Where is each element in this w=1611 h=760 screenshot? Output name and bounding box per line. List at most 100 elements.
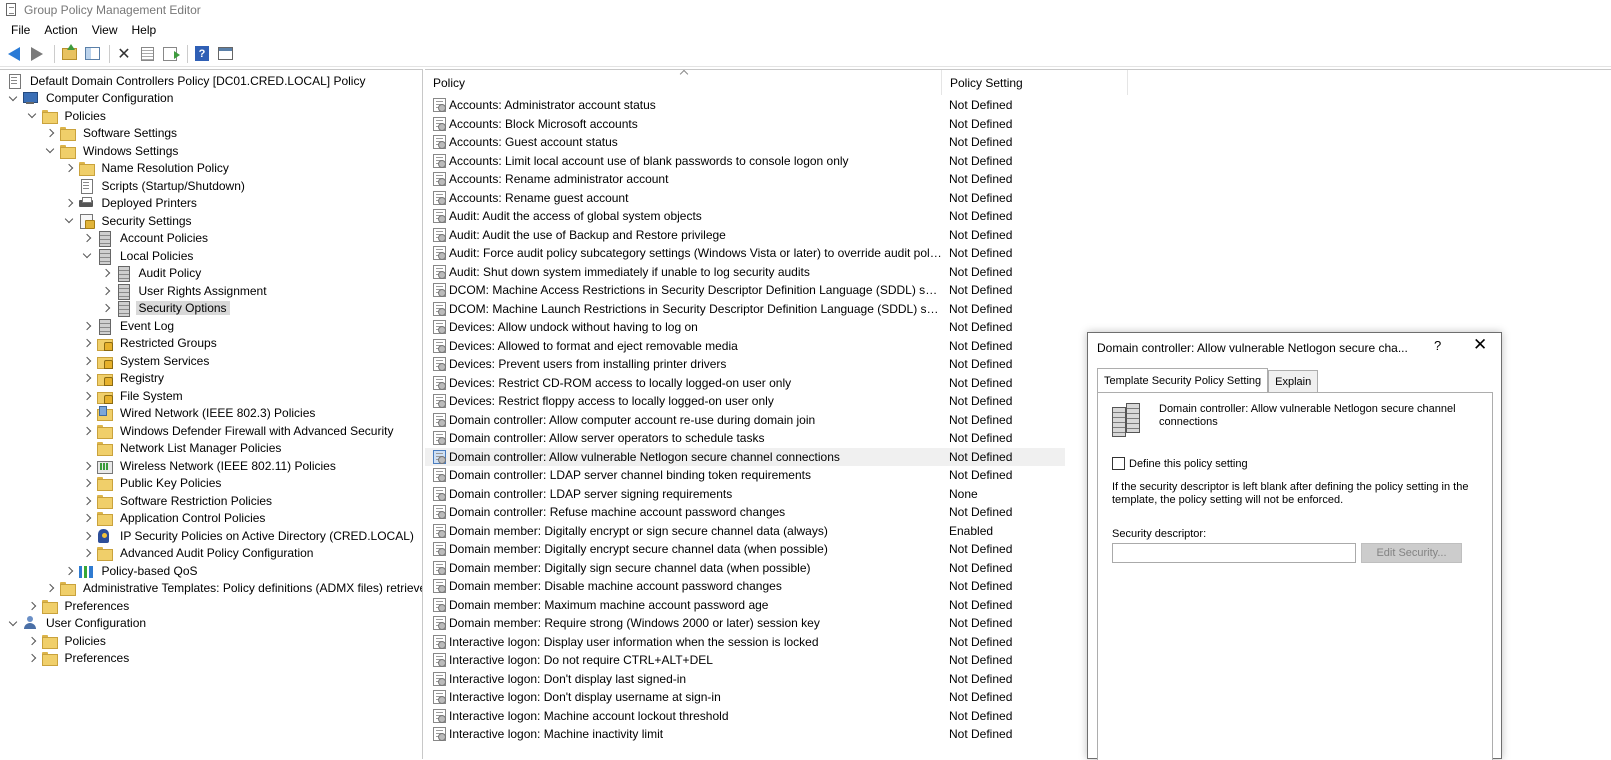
tree-windows-defender-firewall[interactable]: Windows Defender Firewall with Advanced … bbox=[80, 422, 396, 440]
expand-chevron-icon[interactable] bbox=[80, 494, 94, 508]
policy-row[interactable]: DCOM: Machine Access Restrictions in Sec… bbox=[425, 281, 1065, 300]
tree-public-key-policies[interactable]: Public Key Policies bbox=[80, 475, 224, 493]
policy-row[interactable]: Domain member: Digitally encrypt or sign… bbox=[425, 522, 1065, 541]
expand-chevron-icon[interactable] bbox=[80, 546, 94, 560]
column-header-policy-setting[interactable]: Policy Setting bbox=[942, 70, 1128, 95]
policy-row[interactable]: Devices: Allow undock without having to … bbox=[425, 318, 1065, 337]
dialog-help-button[interactable]: ? bbox=[1434, 338, 1441, 353]
tree-security-settings[interactable]: Security Settings bbox=[62, 212, 195, 230]
expand-chevron-icon[interactable] bbox=[62, 564, 76, 578]
collapse-chevron-icon[interactable] bbox=[62, 214, 76, 228]
tree-root-policy[interactable]: Default Domain Controllers Policy [DC01.… bbox=[6, 72, 368, 90]
tree-user-preferences[interactable]: Preferences bbox=[25, 650, 133, 668]
security-descriptor-input[interactable] bbox=[1112, 543, 1356, 563]
policy-row[interactable]: Domain member: Disable machine account p… bbox=[425, 577, 1065, 596]
policy-row[interactable]: Audit: Audit the access of global system… bbox=[425, 207, 1065, 226]
tab-explain[interactable]: Explain bbox=[1268, 370, 1319, 392]
policy-row[interactable]: Interactive logon: Do not require CTRL+A… bbox=[425, 651, 1065, 670]
expand-chevron-icon[interactable] bbox=[80, 476, 94, 490]
policy-row[interactable]: Audit: Shut down system immediately if u… bbox=[425, 263, 1065, 282]
policy-row[interactable]: Interactive logon: Don't display usernam… bbox=[425, 688, 1065, 707]
expand-chevron-icon[interactable] bbox=[80, 354, 94, 368]
tree-wired-network[interactable]: Wired Network (IEEE 802.3) Policies bbox=[80, 405, 318, 423]
collapse-chevron-icon[interactable] bbox=[80, 249, 94, 263]
expand-chevron-icon[interactable] bbox=[80, 424, 94, 438]
tree-software-restriction-policies[interactable]: Software Restriction Policies bbox=[80, 492, 275, 510]
policy-row[interactable]: Accounts: Rename guest account Not Define… bbox=[425, 189, 1065, 208]
tree-preferences-computer[interactable]: Preferences bbox=[25, 597, 133, 615]
tree-event-log[interactable]: Event Log bbox=[80, 317, 177, 335]
tree-network-list-manager[interactable]: Network List Manager Policies bbox=[80, 440, 284, 458]
export-list-icon[interactable] bbox=[160, 44, 180, 64]
tree-security-options[interactable]: Security Options bbox=[99, 300, 230, 318]
tree-wireless-network[interactable]: Wireless Network (IEEE 802.11) Policies bbox=[80, 457, 339, 475]
menu-help[interactable]: Help bbox=[125, 23, 164, 37]
tree-deployed-printers[interactable]: Deployed Printers bbox=[62, 195, 200, 213]
help-icon[interactable]: ? bbox=[192, 44, 212, 64]
define-policy-checkbox[interactable] bbox=[1112, 457, 1125, 470]
policy-row[interactable]: Audit: Force audit policy subcategory se… bbox=[425, 244, 1065, 263]
tree-policies[interactable]: Policies bbox=[25, 107, 109, 125]
expand-chevron-icon[interactable] bbox=[80, 319, 94, 333]
policy-row[interactable]: Accounts: Rename administrator account No… bbox=[425, 170, 1065, 189]
up-folder-icon[interactable] bbox=[59, 43, 79, 64]
expand-chevron-icon[interactable] bbox=[25, 651, 39, 665]
tree-ip-security-policies[interactable]: IP Security Policies on Active Directory… bbox=[80, 527, 417, 545]
dialog-close-button[interactable]: ✕ bbox=[1473, 335, 1487, 355]
policy-row[interactable]: Interactive logon: Machine inactivity li… bbox=[425, 725, 1065, 744]
tree-audit-policy[interactable]: Audit Policy bbox=[99, 265, 205, 283]
tree-file-system[interactable]: File System bbox=[80, 387, 186, 405]
policy-row[interactable]: Domain member: Digitally encrypt secure … bbox=[425, 540, 1065, 559]
tree-name-resolution-policy[interactable]: Name Resolution Policy bbox=[62, 160, 232, 178]
expand-chevron-icon[interactable] bbox=[99, 266, 113, 280]
expand-chevron-icon[interactable] bbox=[80, 459, 94, 473]
menu-file[interactable]: File bbox=[4, 23, 37, 37]
tree-registry[interactable]: Registry bbox=[80, 370, 167, 388]
show-hide-tree-icon[interactable] bbox=[82, 44, 102, 64]
expand-chevron-icon[interactable] bbox=[62, 196, 76, 210]
collapse-chevron-icon[interactable] bbox=[43, 144, 57, 158]
tree-administrative-templates[interactable]: Administrative Templates: Policy definit… bbox=[43, 580, 422, 598]
policy-row[interactable]: Accounts: Guest account status Not Define… bbox=[425, 133, 1065, 152]
policy-row[interactable]: Domain member: Maximum machine account p… bbox=[425, 596, 1065, 615]
tree-windows-settings[interactable]: Windows Settings bbox=[43, 142, 181, 160]
policy-row[interactable]: Interactive logon: Machine account locko… bbox=[425, 707, 1065, 726]
edit-security-button[interactable]: Edit Security... bbox=[1361, 543, 1462, 563]
collapse-chevron-icon[interactable] bbox=[6, 616, 20, 630]
expand-chevron-icon[interactable] bbox=[25, 634, 39, 648]
menu-view[interactable]: View bbox=[85, 23, 125, 37]
expand-chevron-icon[interactable] bbox=[80, 529, 94, 543]
back-icon[interactable] bbox=[4, 44, 24, 64]
expand-chevron-icon[interactable] bbox=[80, 511, 94, 525]
expand-chevron-icon[interactable] bbox=[43, 126, 57, 140]
tree-user-policies[interactable]: Policies bbox=[25, 632, 109, 650]
expand-chevron-icon[interactable] bbox=[80, 336, 94, 350]
policy-row[interactable]: Accounts: Block Microsoft accounts Not De… bbox=[425, 115, 1065, 134]
tree-restricted-groups[interactable]: Restricted Groups bbox=[80, 335, 220, 353]
tree-account-policies[interactable]: Account Policies bbox=[80, 230, 211, 248]
policy-row[interactable]: Domain controller: LDAP server signing r… bbox=[425, 485, 1065, 504]
policy-row[interactable]: Interactive logon: Display user informat… bbox=[425, 633, 1065, 652]
tree-user-configuration[interactable]: User Configuration bbox=[6, 615, 149, 633]
expand-chevron-icon[interactable] bbox=[62, 161, 76, 175]
policy-row[interactable]: Domain controller: Allow computer accoun… bbox=[425, 411, 1065, 430]
forward-icon[interactable] bbox=[27, 44, 47, 64]
policy-row[interactable]: Interactive logon: Don't display last si… bbox=[425, 670, 1065, 689]
collapse-chevron-icon[interactable] bbox=[6, 91, 20, 105]
properties-icon[interactable] bbox=[137, 44, 157, 64]
expand-chevron-icon[interactable] bbox=[80, 371, 94, 385]
policy-row[interactable]: Accounts: Limit local account use of bla… bbox=[425, 152, 1065, 171]
expand-chevron-icon[interactable] bbox=[99, 284, 113, 298]
policy-row[interactable]: Audit: Audit the use of Backup and Resto… bbox=[425, 226, 1065, 245]
policy-row[interactable]: Devices: Restrict CD-ROM access to local… bbox=[425, 374, 1065, 393]
policy-row[interactable]: Domain controller: Refuse machine accoun… bbox=[425, 503, 1065, 522]
policy-row[interactable]: Devices: Prevent users from installing p… bbox=[425, 355, 1065, 374]
delete-icon[interactable]: ✕ bbox=[114, 44, 134, 64]
policy-row[interactable]: Devices: Allowed to format and eject rem… bbox=[425, 337, 1065, 356]
console-icon[interactable] bbox=[215, 44, 235, 64]
policy-row[interactable]: Devices: Restrict floppy access to local… bbox=[425, 392, 1065, 411]
tree-user-rights-assignment[interactable]: User Rights Assignment bbox=[99, 282, 270, 300]
define-policy-checkbox-row[interactable]: Define this policy setting bbox=[1112, 457, 1248, 470]
tree-software-settings[interactable]: Software Settings bbox=[43, 125, 180, 143]
expand-chevron-icon[interactable] bbox=[25, 599, 39, 613]
